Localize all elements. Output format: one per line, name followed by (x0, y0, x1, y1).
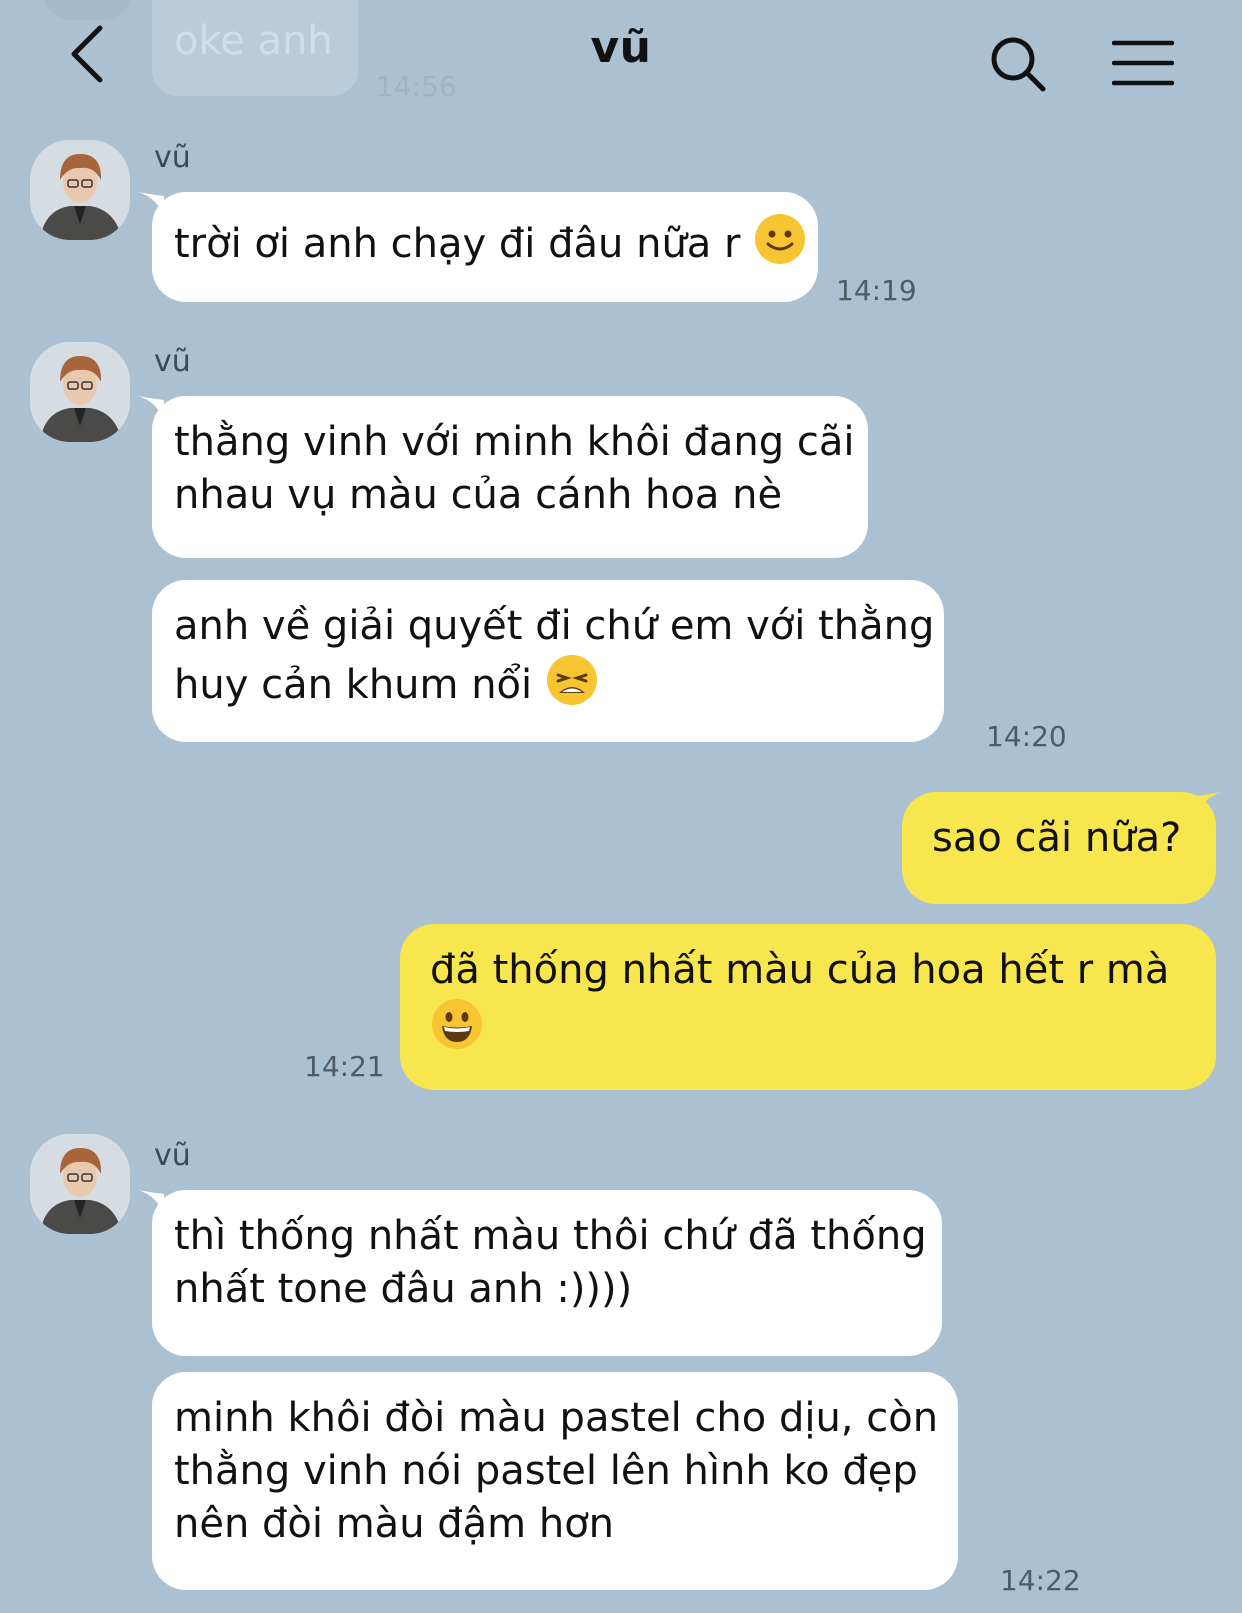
message-time: 14:19 (836, 274, 917, 307)
sender-name: vũ (154, 1138, 191, 1173)
faded-message-text: oke anh (174, 18, 333, 64)
hamburger-menu-icon (1111, 40, 1175, 86)
message-text: trời ơi anh chạy đi đâu nữa r (174, 221, 741, 267)
search-button[interactable] (990, 36, 1048, 94)
profile-photo (30, 1134, 130, 1234)
sender-name: vũ (154, 344, 191, 379)
avatar[interactable] (30, 140, 130, 240)
weary-face-icon (545, 653, 599, 721)
message-time: 14:22 (1000, 1564, 1081, 1597)
message-bubble[interactable]: đã thống nhất màu của hoa hết r mà (400, 924, 1216, 1090)
message-bubble[interactable]: thằng vinh với minh khôi đang cãi nhau v… (152, 396, 868, 558)
bubble-tail (1196, 792, 1222, 818)
message-text-line: huy cản khum nổi (174, 653, 922, 721)
message-text-line: nên đòi màu đậm hơn (174, 1501, 615, 1547)
faded-avatar (42, 0, 132, 20)
avatar[interactable] (30, 1134, 130, 1234)
chevron-left-icon (71, 25, 103, 83)
message-text-line: minh khôi đòi màu pastel cho dịu, còn (174, 1395, 939, 1441)
message-time: 14:20 (986, 720, 1067, 753)
message-bubble[interactable]: minh khôi đòi màu pastel cho dịu, còn th… (152, 1372, 958, 1590)
message-text-line: thì thống nhất màu thôi chứ đã thống (174, 1213, 927, 1259)
faded-message-time: 14:56 (376, 70, 457, 103)
back-button[interactable] (62, 22, 112, 86)
message-bubble[interactable]: thì thống nhất màu thôi chứ đã thống nhấ… (152, 1190, 942, 1356)
message-text-line: đã thống nhất màu của hoa hết r mà (430, 947, 1170, 993)
message-time: 14:21 (304, 1050, 385, 1083)
message-bubble[interactable]: anh về giải quyết đi chứ em với thằng hu… (152, 580, 944, 742)
menu-button[interactable] (1111, 40, 1175, 86)
profile-photo (30, 342, 130, 442)
message-text-line: nhất tone đâu anh :)))) (174, 1266, 633, 1312)
message-text: huy cản khum nổi (174, 662, 533, 708)
message-text-line: thằng vinh nói pastel lên hình ko đẹp (174, 1448, 918, 1494)
slightly-smiling-face-icon (753, 212, 807, 280)
avatar[interactable] (30, 342, 130, 442)
grinning-face-icon (430, 997, 484, 1065)
profile-photo (30, 140, 130, 240)
message-bubble[interactable]: sao cãi nữa? (902, 792, 1216, 904)
message-text-line: thằng vinh với minh khôi đang cãi (174, 419, 855, 465)
sender-name: vũ (154, 140, 191, 175)
search-icon (991, 37, 1046, 92)
message-bubble[interactable]: trời ơi anh chạy đi đâu nữa r (152, 192, 818, 302)
message-text-line: nhau vụ màu của cánh hoa nè (174, 472, 783, 518)
message-text-line: anh về giải quyết đi chứ em với thằng (174, 603, 935, 649)
message-text: sao cãi nữa? (932, 815, 1182, 861)
